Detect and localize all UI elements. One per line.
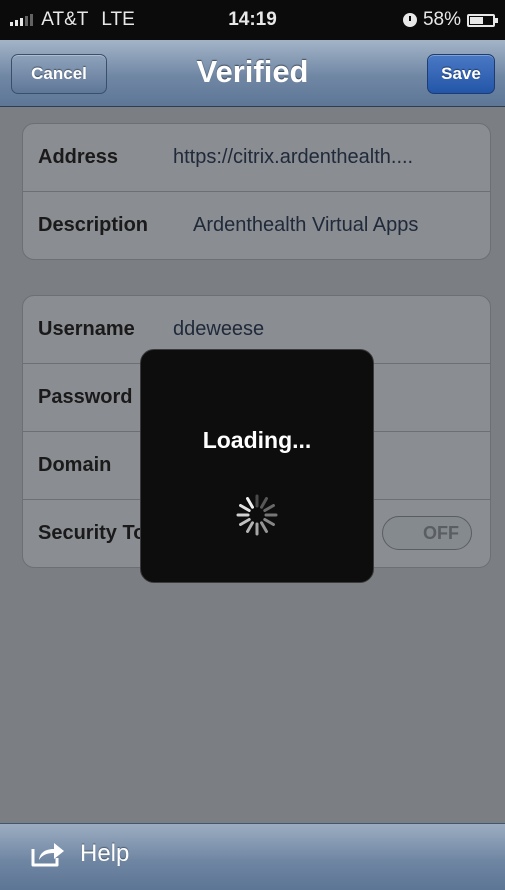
status-bar: AT&T LTE 14:19 58% (0, 0, 505, 40)
phone-screen: AT&T LTE 14:19 58% Cancel Verified Save … (0, 0, 505, 890)
help-button[interactable]: Help (30, 840, 129, 868)
activity-spinner-icon (236, 494, 278, 536)
spinner-spoke (239, 518, 251, 526)
share-arrow-icon (31, 843, 64, 867)
spinner-spoke (260, 521, 268, 533)
spinner-spoke (239, 504, 251, 512)
address-label: Address (38, 146, 119, 168)
description-row[interactable]: Description Ardenthealth Virtual Apps (23, 192, 490, 259)
spinner-spoke (260, 497, 268, 509)
password-label: Password (38, 386, 133, 408)
navigation-bar: Cancel Verified Save (0, 40, 505, 107)
security-token-toggle[interactable]: OFF (382, 516, 472, 550)
status-right: 58% (402, 9, 498, 31)
spinner-spoke (263, 518, 275, 526)
loading-overlay: Loading... (140, 349, 374, 583)
alarm-clock-icon (402, 13, 417, 27)
address-row[interactable]: Address https://citrix.ardenthealth.... (23, 124, 490, 192)
help-label: Help (80, 840, 130, 867)
server-group: Address https://citrix.ardenthealth.... … (22, 123, 491, 260)
spinner-spoke (246, 497, 254, 509)
address-value[interactable]: https://citrix.ardenthealth.... (173, 146, 413, 169)
bottom-toolbar: Help (0, 823, 505, 890)
domain-label: Domain (38, 454, 112, 476)
battery-percent: 58% (422, 9, 461, 30)
description-label: Description (38, 214, 149, 236)
username-label: Username (38, 318, 135, 340)
spinner-spoke (263, 504, 275, 512)
save-button[interactable]: Save (427, 54, 495, 94)
description-value[interactable]: Ardenthealth Virtual Apps (193, 214, 418, 237)
username-field[interactable]: ddeweese (173, 318, 264, 341)
spinner-spoke (246, 521, 254, 533)
battery-fill (470, 16, 483, 24)
battery-icon (467, 13, 498, 27)
